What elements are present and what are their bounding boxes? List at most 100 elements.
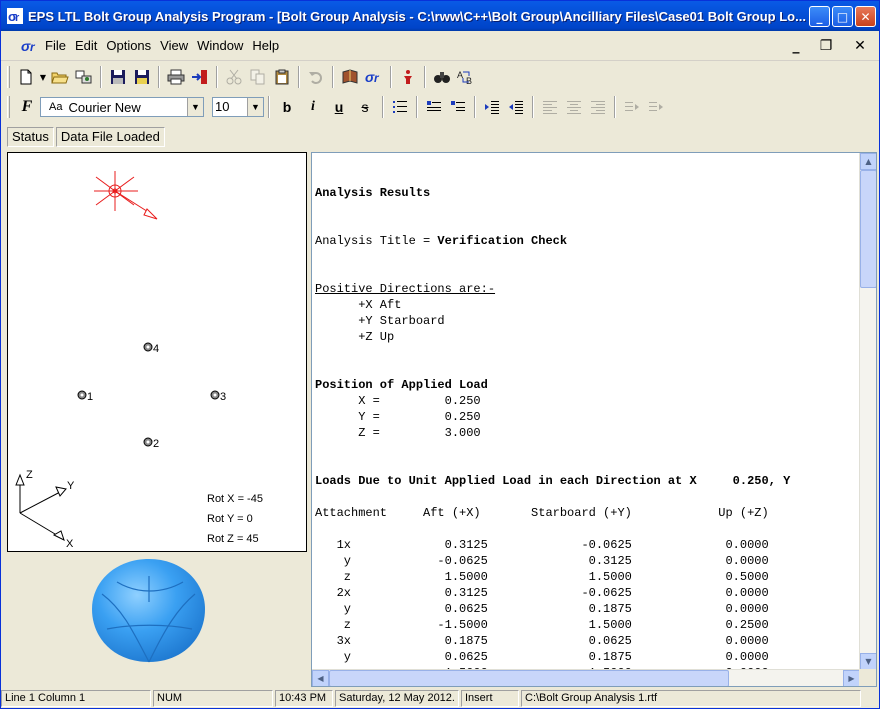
document-line: y 0.0625 0.1875 0.0000 — [315, 602, 769, 616]
document-icon[interactable]: σr — [20, 37, 40, 55]
decrease-indent-button[interactable] — [504, 96, 528, 118]
bullets-button[interactable] — [388, 96, 412, 118]
properties-icon — [75, 70, 92, 84]
mdi-restore-button[interactable]: ❐ — [813, 37, 839, 55]
vertical-scrollbar[interactable]: ▲ ▼ — [859, 153, 876, 670]
strikethrough-button[interactable]: s — [352, 96, 378, 118]
move-left-icon — [649, 102, 663, 111]
clock: 10:43 PM — [275, 690, 333, 707]
find-button[interactable] — [430, 66, 454, 88]
scroll-right-button[interactable]: ▶ — [843, 670, 860, 686]
bolt-label-2: 2 — [153, 438, 160, 450]
horizontal-scroll-thumb[interactable] — [329, 670, 729, 686]
close-button[interactable]: ✕ — [855, 6, 876, 27]
align-left-button[interactable] — [538, 96, 562, 118]
title-bar[interactable]: σr EPS LTL Bolt Group Analysis Program -… — [1, 1, 879, 31]
move-right-button[interactable] — [620, 96, 644, 118]
mdi-minimize-button[interactable]: _ — [783, 37, 809, 55]
menu-window[interactable]: Window — [194, 38, 246, 53]
document-line: Loads Due to Unit Applied Load in each D… — [315, 474, 791, 488]
toolbar-separator — [474, 96, 476, 118]
maximize-button[interactable]: □ — [832, 6, 853, 27]
rotation-sphere-panel — [7, 554, 307, 664]
toolbar-grip[interactable] — [7, 96, 10, 118]
horizontal-scrollbar[interactable]: ◀ ▶ — [312, 669, 860, 686]
analyze-button[interactable] — [396, 66, 420, 88]
vertical-scroll-thumb[interactable] — [860, 170, 876, 288]
svg-text:A: A — [457, 70, 463, 80]
align-right-button[interactable] — [586, 96, 610, 118]
cut-button[interactable] — [222, 66, 246, 88]
minimize-button[interactable]: _ — [809, 6, 830, 27]
underline-button[interactable]: u — [326, 96, 352, 118]
move-left-button[interactable] — [644, 96, 668, 118]
chevron-up-icon: ▲ — [865, 157, 872, 166]
menu-view[interactable]: View — [157, 38, 191, 53]
font-name-dropdown-button[interactable]: ▼ — [187, 98, 203, 116]
printer-icon — [167, 69, 185, 85]
italic-button[interactable]: i — [300, 96, 326, 118]
toolbar-separator — [382, 96, 384, 118]
indent-first-button[interactable] — [446, 96, 470, 118]
help-book-button[interactable] — [338, 66, 362, 88]
menu-options[interactable]: Options — [103, 38, 154, 53]
bold-icon: b — [282, 99, 292, 115]
rotation-z-readout: Rot Z = 45 — [207, 533, 259, 545]
menu-help[interactable]: Help — [249, 38, 282, 53]
document-line: Y = 0.250 — [315, 410, 481, 424]
toolbar-grip[interactable] — [7, 66, 10, 88]
replace-button[interactable]: AB — [454, 66, 478, 88]
document-line: +X Aft — [315, 298, 402, 312]
svg-text:B: B — [466, 76, 472, 85]
results-document[interactable]: Analysis Results Analysis Title = Verifi… — [311, 152, 877, 687]
document-line: z -1.5000 1.5000 0.2500 — [315, 618, 769, 632]
paste-button[interactable] — [270, 66, 294, 88]
figure-icon — [404, 70, 412, 84]
mdi-close-button[interactable]: ✕ — [847, 37, 873, 55]
undo-button[interactable] — [304, 66, 328, 88]
scroll-down-button[interactable]: ▼ — [860, 653, 876, 670]
scroll-left-button[interactable]: ◀ — [312, 670, 329, 686]
chevron-left-icon: ◀ — [317, 674, 324, 683]
app-logo-button[interactable]: σr — [362, 66, 386, 88]
save-button[interactable] — [106, 66, 130, 88]
document-line: X = 0.250 — [315, 394, 481, 408]
bold-button[interactable]: b — [274, 96, 300, 118]
document-line: Analysis Results — [315, 186, 431, 200]
new-button[interactable] — [14, 66, 38, 88]
align-center-button[interactable] — [562, 96, 586, 118]
chevron-down-icon: ▼ — [865, 657, 872, 666]
axis-label-y: Y — [67, 480, 75, 492]
bolt-1-marker — [77, 390, 87, 400]
status-row: Status Data File Loaded — [7, 125, 165, 149]
font-dialog-button[interactable]: F — [14, 96, 40, 118]
copy-button[interactable] — [246, 66, 270, 88]
increase-indent-button[interactable] — [480, 96, 504, 118]
menu-file[interactable]: File — [42, 38, 69, 53]
font-size-combo[interactable]: 10 ▼ — [212, 97, 264, 117]
toolbar-separator — [332, 66, 334, 88]
scroll-up-button[interactable]: ▲ — [860, 153, 876, 170]
axis-label-x: X — [66, 538, 74, 550]
font-name-combo[interactable]: Aa Courier New ▼ — [40, 97, 204, 117]
app-window: σr EPS LTL Bolt Group Analysis Program -… — [0, 0, 880, 709]
menu-edit[interactable]: Edit — [72, 38, 100, 53]
exit-button[interactable] — [188, 66, 212, 88]
new-dropdown-button[interactable]: ▼ — [38, 66, 48, 88]
replace-icon: AB — [457, 70, 472, 85]
align-right-icon — [591, 101, 605, 114]
axis-label-z: Z — [26, 469, 33, 481]
save-as-button[interactable] — [130, 66, 154, 88]
open-button[interactable] — [48, 66, 72, 88]
document-line: +Z Up — [315, 330, 395, 344]
font-size-dropdown-button[interactable]: ▼ — [247, 98, 263, 116]
date-display: Saturday, 12 May 2012. — [335, 690, 459, 707]
rotation-sphere-control[interactable] — [7, 554, 307, 664]
properties-button[interactable] — [72, 66, 96, 88]
outdent-first-button[interactable] — [422, 96, 446, 118]
bolt-group-plot[interactable]: 4 1 3 2 Z Y X Rot X = -45 Rot Y = 0 Rot … — [7, 152, 307, 552]
print-button[interactable] — [164, 66, 188, 88]
document-text[interactable]: Analysis Results Analysis Title = Verifi… — [315, 169, 790, 681]
